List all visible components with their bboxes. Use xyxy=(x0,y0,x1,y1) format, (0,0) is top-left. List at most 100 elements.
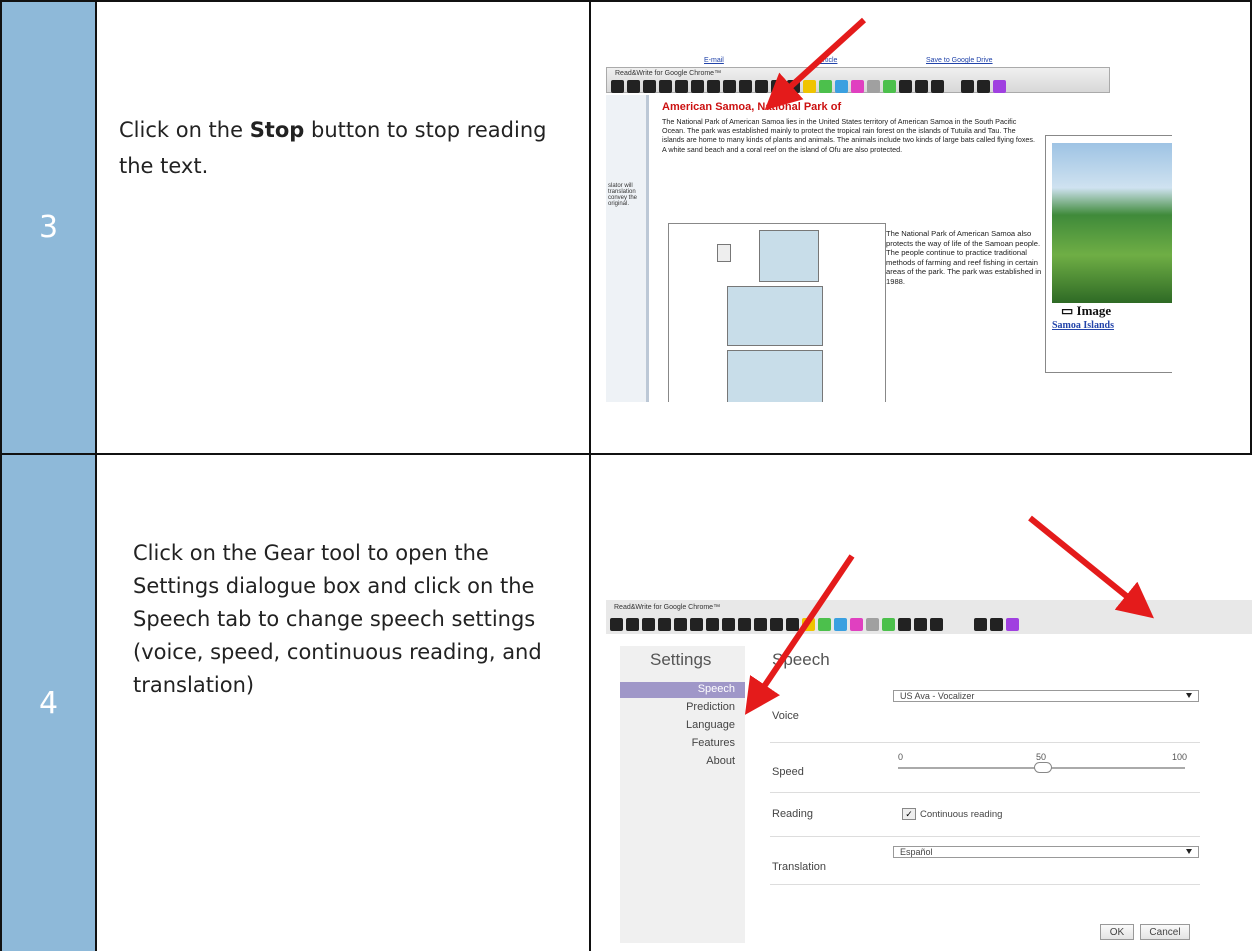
readwrite-article-screenshot: E-mail Article Save to Google Drive slat… xyxy=(606,55,1172,402)
collect-highlights-icon[interactable] xyxy=(882,618,895,631)
screen-mask-icon[interactable] xyxy=(754,618,767,631)
article-paragraph-1: The National Park of American Samoa lies… xyxy=(662,117,1036,154)
step-text: Click on the Gear tool to open the Setti… xyxy=(133,541,542,697)
settings-screenshot: Read&Write for Google Chrome™ Settings S… xyxy=(606,600,1252,943)
stop-icon[interactable] xyxy=(707,80,720,93)
simplify-icon[interactable] xyxy=(914,618,927,631)
sidebar-item-language[interactable]: Language xyxy=(686,719,735,731)
dictionary-icon[interactable] xyxy=(626,618,639,631)
continuous-reading-label: Continuous reading xyxy=(920,809,1003,820)
collect-highlights-icon[interactable] xyxy=(883,80,896,93)
speed-slider[interactable] xyxy=(898,762,1185,773)
speed-slider-handle[interactable] xyxy=(1033,762,1052,773)
article-title: American Samoa, National Park of xyxy=(662,101,842,113)
vocabulary-icon[interactable] xyxy=(899,80,912,93)
audio-maker-icon[interactable] xyxy=(739,80,752,93)
step-number-cell: 3 xyxy=(0,0,97,455)
speech-title: Speech xyxy=(772,650,830,669)
continuous-reading-checkbox[interactable]: ✓ xyxy=(902,808,916,820)
map-tile xyxy=(727,286,823,346)
extension-icon[interactable] xyxy=(1006,618,1019,631)
pause-icon[interactable] xyxy=(690,618,703,631)
reading-row: Reading ✓ Continuous reading xyxy=(770,792,1200,837)
reading-label: Reading xyxy=(772,808,813,820)
translation-row: Translation Español xyxy=(770,836,1200,885)
voice-note-icon[interactable] xyxy=(771,80,784,93)
play-icon[interactable] xyxy=(675,80,688,93)
translate-icon[interactable] xyxy=(787,80,800,93)
toolbar-title: Read&Write for Google Chrome™ xyxy=(615,70,722,77)
highlighter-blue-icon[interactable] xyxy=(834,618,847,631)
map-legend xyxy=(717,244,731,262)
clear-highlights-icon[interactable] xyxy=(867,80,880,93)
step-number: 3 xyxy=(38,210,59,245)
ok-button[interactable]: OK xyxy=(1100,924,1134,940)
picture-dictionary-icon[interactable] xyxy=(642,618,655,631)
vocabulary-icon[interactable] xyxy=(898,618,911,631)
help-icon[interactable] xyxy=(977,80,990,93)
save-drive-link[interactable]: Save to Google Drive xyxy=(926,57,993,64)
screenshot-reader-icon[interactable] xyxy=(722,618,735,631)
step-text: Click on the xyxy=(119,118,250,142)
sidebar-item-about[interactable]: About xyxy=(706,755,735,767)
cancel-button[interactable]: Cancel xyxy=(1140,924,1190,940)
toolbar-icons xyxy=(610,618,1019,631)
check-it-icon[interactable] xyxy=(930,618,943,631)
stop-keyword: Stop xyxy=(249,118,305,142)
audio-maker-icon[interactable] xyxy=(738,618,751,631)
help-icon[interactable] xyxy=(990,618,1003,631)
gear-icon[interactable] xyxy=(961,80,974,93)
highlighter-yellow-icon[interactable] xyxy=(803,80,816,93)
article-paragraph-2: The National Park of American Samoa also… xyxy=(886,229,1042,286)
picture-icon[interactable] xyxy=(659,80,672,93)
screenshot-reader-icon[interactable] xyxy=(723,80,736,93)
speed-max-label: 100 xyxy=(1172,752,1188,762)
left-panel: slator will translation convey the origi… xyxy=(606,95,649,402)
highlighter-yellow-icon[interactable] xyxy=(802,618,815,631)
translation-value: Español xyxy=(900,847,933,857)
samoa-islands-link[interactable]: Samoa Islands xyxy=(1052,320,1114,331)
voice-label: Voice xyxy=(772,710,799,722)
picture-dictionary-icon[interactable] xyxy=(643,80,656,93)
check-it-icon[interactable] xyxy=(931,80,944,93)
speech-settings-panel: Speech Voice US Ava - Vocalizer Speed 0 … xyxy=(770,646,1210,943)
translate-icon[interactable] xyxy=(786,618,799,631)
step-text-cell: Click on the Stop button to stop reading… xyxy=(95,0,591,455)
step-number: 4 xyxy=(38,685,59,721)
voice-note-icon[interactable] xyxy=(770,618,783,631)
sidebar-item-features[interactable]: Features xyxy=(692,737,735,749)
pause-icon[interactable] xyxy=(691,80,704,93)
speed-mid-label: 50 xyxy=(1036,752,1047,762)
step-number-cell: 4 xyxy=(0,453,97,951)
text-to-speech-icon[interactable] xyxy=(611,80,624,93)
stop-icon[interactable] xyxy=(706,618,719,631)
map-image xyxy=(668,223,886,402)
image-caption-text: Image xyxy=(1076,303,1112,318)
email-link[interactable]: E-mail xyxy=(704,57,724,64)
speed-min-label: 0 xyxy=(898,752,904,762)
chevron-down-icon xyxy=(1186,693,1192,698)
play-icon[interactable] xyxy=(674,618,687,631)
text-to-speech-icon[interactable] xyxy=(610,618,623,631)
voice-select[interactable]: US Ava - Vocalizer xyxy=(893,690,1199,702)
translation-label: Translation xyxy=(772,861,827,873)
gear-icon[interactable] xyxy=(974,618,987,631)
highlighter-pink-icon[interactable] xyxy=(850,618,863,631)
highlighter-green-icon[interactable] xyxy=(819,80,832,93)
highlighter-pink-icon[interactable] xyxy=(851,80,864,93)
simplify-icon[interactable] xyxy=(915,80,928,93)
dictionary-icon[interactable] xyxy=(627,80,640,93)
extension-icon[interactable] xyxy=(993,80,1006,93)
picture-icon[interactable] xyxy=(658,618,671,631)
screen-mask-icon[interactable] xyxy=(755,80,768,93)
article-link[interactable]: Article xyxy=(818,57,837,64)
map-tile xyxy=(759,230,819,282)
speed-row: Speed 0 50 100 xyxy=(770,742,1200,793)
translation-select[interactable]: Español xyxy=(893,846,1199,858)
sidebar-item-prediction[interactable]: Prediction xyxy=(686,701,735,713)
highlighter-blue-icon[interactable] xyxy=(835,80,848,93)
clear-highlights-icon[interactable] xyxy=(866,618,879,631)
highlighter-green-icon[interactable] xyxy=(818,618,831,631)
sidebar-item-speech[interactable]: Speech xyxy=(698,683,735,695)
toolbar-icons xyxy=(611,80,1006,93)
